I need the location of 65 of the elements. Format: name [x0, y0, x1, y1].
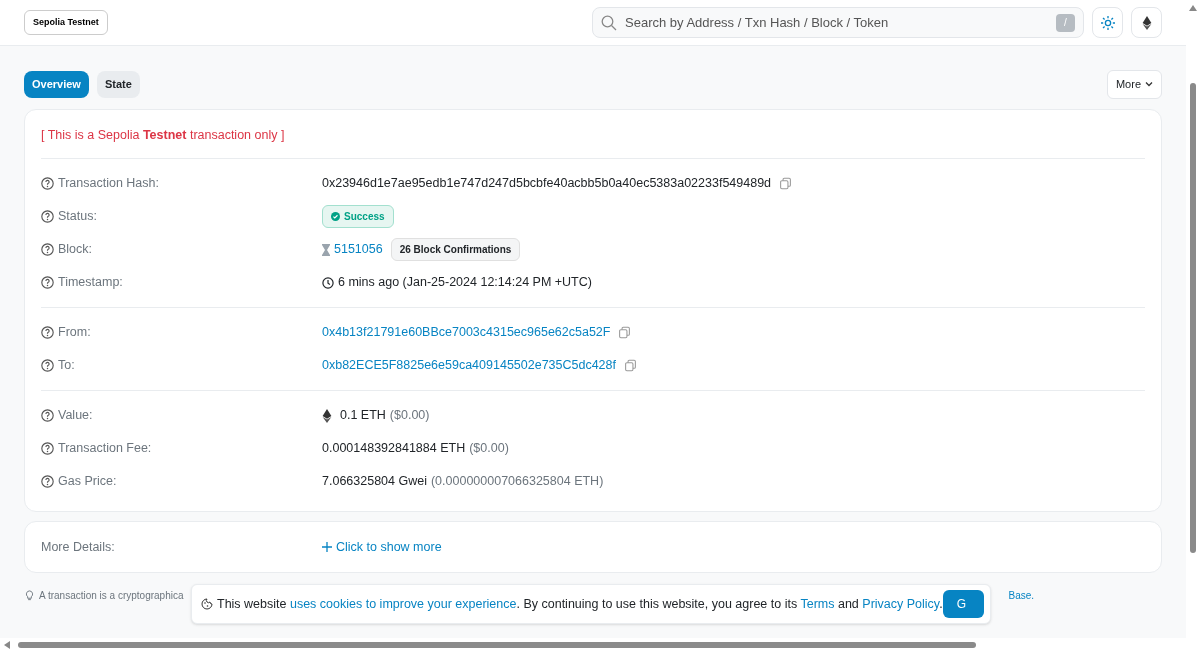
help-icon — [41, 442, 54, 456]
search-field[interactable]: Search by Address / Txn Hash / Block / Token — [625, 12, 1056, 33]
copy-icon[interactable] — [618, 326, 632, 340]
shortcut-key: / — [1056, 13, 1075, 32]
scrollbar-thumb[interactable] — [1190, 83, 1196, 553]
accept-button[interactable]: G — [942, 590, 984, 618]
amount-text: 7.066325804 Gwei — [322, 473, 427, 491]
check-circle-icon — [331, 212, 340, 222]
help-icon — [41, 326, 54, 340]
help-icon — [41, 276, 54, 290]
field-label: From: — [58, 324, 91, 342]
field-label: Transaction Fee: — [58, 440, 152, 458]
timestamp-text: 6 mins ago (Jan-25-2024 12:14:24 PM +UTC) — [338, 274, 592, 292]
scroll-left-icon[interactable] — [4, 641, 10, 649]
testnet-notice: [ This is a Sepolia Testnet transaction only ] — [41, 126, 286, 144]
more-dropdown[interactable]: More — [1106, 70, 1162, 99]
help-icon — [41, 359, 54, 373]
fiat-amount: (0.000000007066325804 ETH) — [430, 473, 604, 491]
field-label: Timestamp: — [58, 274, 123, 292]
clock-icon — [322, 276, 334, 289]
help-icon — [41, 177, 54, 191]
footer-link[interactable]: Base. — [1008, 587, 1035, 603]
search-icon — [601, 14, 617, 31]
show-more-link[interactable]: Click to show more — [322, 537, 442, 557]
success-badge: Success — [322, 205, 394, 229]
amount-text: 0.1 ETH — [340, 407, 386, 425]
plus-icon — [322, 542, 332, 553]
cookie-icon — [201, 598, 213, 610]
ethereum-icon — [322, 408, 332, 423]
help-icon — [41, 475, 54, 489]
help-icon — [41, 243, 54, 257]
network-button[interactable] — [1131, 7, 1162, 38]
field-label: Block: — [58, 241, 93, 259]
chevron-down-icon — [1145, 81, 1153, 88]
copy-icon[interactable] — [779, 177, 793, 191]
amount-text: 0.000148392841884 ETH — [322, 440, 466, 458]
field-label: Status: — [58, 208, 97, 226]
theme-toggle-button[interactable] — [1092, 7, 1123, 38]
fiat-amount: ($0.00) — [469, 440, 509, 458]
help-icon — [41, 409, 54, 423]
hourglass-icon — [322, 243, 330, 256]
field-label: Value: — [58, 407, 93, 425]
cookie-link[interactable]: Terms — [800, 596, 835, 611]
address-link[interactable]: 0xb82ECE5F8825e6e59ca409145502e735C5dc428f — [322, 356, 616, 376]
scroll-up-icon[interactable] — [1189, 5, 1197, 11]
field-label: Transaction Hash: — [58, 175, 159, 193]
address-link[interactable]: 0x4b13f21791e60BBce7003c4315ec965e62c5a52F — [322, 323, 611, 343]
lightbulb-icon — [24, 589, 35, 601]
block-link[interactable]: 5151056 — [334, 240, 383, 260]
scrollbar-thumb[interactable] — [18, 642, 976, 648]
confirmations-badge: 26 Block Confirmations — [390, 238, 521, 262]
network-badge: Sepolia Testnet — [24, 9, 108, 36]
footer-note: A transaction is a cryptographica — [39, 588, 184, 603]
transaction-hash: 0x23946d1e7ae95edb1e747d247d5bcbfe40acbb5b0a40ec5383a02233f549489d — [322, 175, 772, 193]
tab[interactable]: State — [96, 71, 140, 98]
field-label: To: — [58, 357, 75, 375]
field-label: More Details: — [41, 538, 116, 556]
fiat-amount: ($0.00) — [389, 407, 430, 425]
cookie-message: This website uses cookies to improve your experience. By continuing to use this website, you agree to its Terms and Privacy Policy. — [217, 595, 943, 613]
sun-icon — [1100, 15, 1115, 30]
copy-icon[interactable] — [624, 359, 637, 373]
ethereum-icon — [1141, 15, 1152, 30]
tab[interactable]: Overview — [24, 71, 89, 98]
field-label: Gas Price: — [58, 473, 117, 491]
help-icon — [41, 210, 54, 224]
